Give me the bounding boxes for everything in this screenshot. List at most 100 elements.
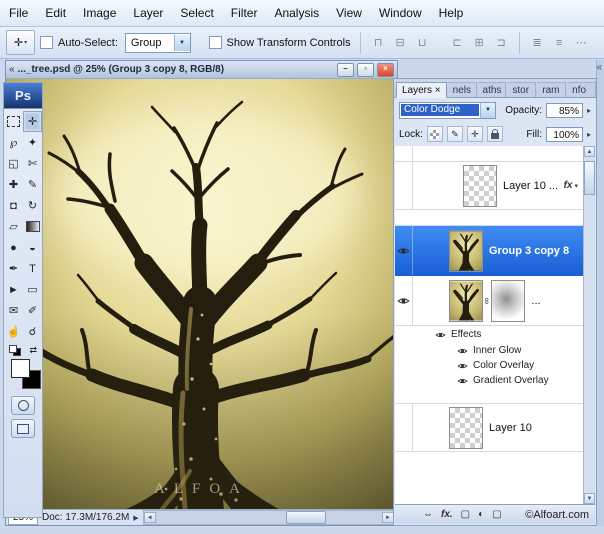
opacity-field[interactable]: 85% xyxy=(546,103,583,118)
align-right-button[interactable]: ⊐ xyxy=(493,34,510,52)
menu-file[interactable]: File xyxy=(9,6,28,20)
add-layer-style-icon[interactable]: fx. xyxy=(441,509,453,520)
scrollbar-track[interactable] xyxy=(584,157,595,493)
menu-filter[interactable]: Filter xyxy=(231,6,258,20)
tab-close-icon[interactable]: × xyxy=(435,85,441,96)
pen-tool[interactable]: ✒ xyxy=(4,258,23,279)
opacity-spinner-icon[interactable]: ▸ xyxy=(587,106,591,115)
tab-paths[interactable]: aths xyxy=(478,82,507,97)
horizontal-scrollbar[interactable]: ◄ ► xyxy=(143,510,395,525)
rectangular-marquee-tool[interactable] xyxy=(4,111,23,132)
layer-row-group3copy8[interactable]: Group 3 copy 8 xyxy=(395,226,583,276)
screen-mode-button[interactable] xyxy=(11,419,35,438)
layer-thumbnail[interactable] xyxy=(463,165,497,207)
visibility-toggle[interactable] xyxy=(395,276,413,325)
visibility-toggle[interactable] xyxy=(395,226,413,275)
layer-name[interactable]: ... xyxy=(531,295,540,307)
effect-row-inner-glow[interactable]: Inner Glow xyxy=(395,343,583,358)
align-left-button[interactable]: ⊏ xyxy=(449,34,466,52)
canvas-area[interactable]: ALFOA xyxy=(6,79,397,509)
tab-channels[interactable]: nels xyxy=(448,82,477,97)
scrollbar-thumb[interactable] xyxy=(286,511,326,524)
distribute-top-button[interactable]: ≣ xyxy=(529,34,546,52)
scroll-left-icon[interactable]: ◄ xyxy=(144,512,156,523)
collapse-chevron-icon[interactable]: « xyxy=(9,64,15,75)
menu-layer[interactable]: Layer xyxy=(133,6,163,20)
menu-window[interactable]: Window xyxy=(379,6,422,20)
link-layers-icon[interactable]: ⇔ xyxy=(423,509,433,520)
history-brush-tool[interactable]: ↻ xyxy=(23,195,42,216)
align-bottom-button[interactable]: ⊔ xyxy=(414,34,431,52)
blur-tool[interactable]: ● xyxy=(4,237,23,258)
layers-vertical-scrollbar[interactable]: ▲ ▼ xyxy=(583,146,595,504)
layer-row-layer10-bottom[interactable]: Layer 10 xyxy=(395,404,583,452)
move-tool[interactable]: ✛ xyxy=(23,111,42,132)
menu-edit[interactable]: Edit xyxy=(45,6,66,20)
current-tool-button[interactable]: ✛ ▾ xyxy=(6,30,35,55)
hand-tool[interactable]: ☝ xyxy=(4,321,23,342)
status-flyout-arrow-icon[interactable]: ▶ xyxy=(133,514,138,522)
scroll-down-icon[interactable]: ▼ xyxy=(584,493,595,504)
restore-button[interactable]: ▫ xyxy=(357,63,374,77)
default-colors-icon[interactable] xyxy=(9,345,21,356)
zoom-tool[interactable]: ☌ xyxy=(23,321,42,342)
menu-view[interactable]: View xyxy=(336,6,362,20)
align-vcenter-button[interactable]: ⊟ xyxy=(392,34,409,52)
crop-tool[interactable]: ◱ xyxy=(4,153,23,174)
scrollbar-thumb[interactable] xyxy=(584,161,595,195)
menu-select[interactable]: Select xyxy=(180,6,213,20)
layer-row-masked[interactable]: ∞ ... xyxy=(395,276,583,326)
close-button[interactable]: × xyxy=(377,63,394,77)
layer-thumbnail[interactable] xyxy=(449,230,483,272)
effect-row-color-overlay[interactable]: Color Overlay xyxy=(395,358,583,373)
distribute-vcenter-button[interactable]: ≡ xyxy=(551,34,568,52)
layer-row-partial[interactable] xyxy=(395,146,583,162)
document-title-bar[interactable]: « ..._tree.psd @ 25% (Group 3 copy 8, RG… xyxy=(6,61,397,79)
tab-info[interactable]: nfo xyxy=(567,82,596,97)
menu-image[interactable]: Image xyxy=(83,6,116,20)
add-layer-mask-icon[interactable]: ▢ xyxy=(461,509,470,520)
auto-select-dropdown[interactable]: Group ▼ xyxy=(125,33,191,53)
distribute-bottom-button[interactable]: ⋯ xyxy=(573,34,590,52)
layer-thumbnail[interactable] xyxy=(449,280,483,322)
shape-tool[interactable]: ▭ xyxy=(23,279,42,300)
blend-mode-dropdown[interactable]: Color Dodge ▼ xyxy=(399,102,496,119)
type-tool[interactable]: T xyxy=(23,258,42,279)
show-transform-checkbox[interactable] xyxy=(209,36,222,49)
dropdown-arrow-icon[interactable]: ▼ xyxy=(174,35,190,51)
menu-analysis[interactable]: Analysis xyxy=(274,6,319,20)
menu-help[interactable]: Help xyxy=(439,6,464,20)
brush-tool[interactable]: ✎ xyxy=(23,174,42,195)
layer-name[interactable]: Layer 10 xyxy=(489,422,532,434)
lasso-tool[interactable]: ℘ xyxy=(4,132,23,153)
swap-colors-icon[interactable]: ⇄ xyxy=(29,345,37,356)
healing-brush-tool[interactable]: ✚ xyxy=(4,174,23,195)
minimize-button[interactable]: – xyxy=(337,63,354,77)
layer-name[interactable]: Group 3 copy 8 xyxy=(489,245,569,257)
auto-select-checkbox[interactable] xyxy=(40,36,53,49)
dropdown-arrow-icon[interactable]: ▼ xyxy=(480,103,495,118)
layer-mask-thumbnail[interactable] xyxy=(491,280,525,322)
visibility-toggle[interactable] xyxy=(395,404,413,451)
tab-layers[interactable]: Layers × xyxy=(396,82,447,98)
tab-history[interactable]: stor xyxy=(507,82,536,97)
gradient-tool[interactable] xyxy=(23,216,42,237)
fx-badge[interactable]: fx xyxy=(564,180,573,191)
layer-thumbnail[interactable] xyxy=(449,407,483,449)
dodge-tool[interactable]: ◒ xyxy=(23,237,42,258)
foreground-color-swatch[interactable] xyxy=(11,359,30,378)
lock-position-button[interactable]: ✛ xyxy=(467,126,483,142)
adjustment-layer-icon[interactable]: ◐ xyxy=(478,509,484,520)
effect-row-gradient-overlay[interactable]: Gradient Overlay xyxy=(395,373,583,388)
photoshop-logo[interactable]: Ps xyxy=(4,83,42,109)
lock-pixels-button[interactable]: ✎ xyxy=(447,126,463,142)
align-hcenter-button[interactable]: ⊞ xyxy=(471,34,488,52)
lock-transparency-button[interactable] xyxy=(427,126,443,142)
visibility-toggle[interactable] xyxy=(395,162,413,209)
new-group-icon[interactable]: ▢ xyxy=(492,509,501,520)
mask-link-icon[interactable]: ∞ xyxy=(482,297,492,303)
layer-row-layer10-top[interactable]: Layer 10 ... fx ▾ xyxy=(395,162,583,210)
tab-histogram[interactable]: ram xyxy=(537,82,566,97)
fill-field[interactable]: 100% xyxy=(546,127,583,142)
collapse-dock-chevron-icon[interactable]: « xyxy=(596,62,602,73)
